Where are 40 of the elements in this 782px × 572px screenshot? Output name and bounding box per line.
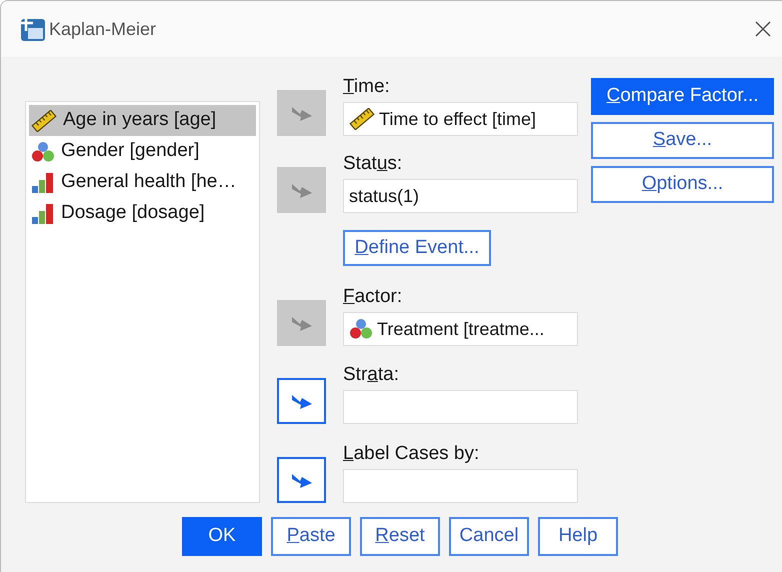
dialog-button[interactable]: Save... (591, 122, 774, 159)
field-label: Factor: (343, 286, 404, 308)
variable-item[interactable]: General health [he… (29, 167, 256, 198)
variable-field[interactable] (343, 469, 578, 503)
field-label: Label Cases by: (343, 443, 480, 465)
field-value: Treatment [treatme... (377, 318, 544, 341)
variable-field[interactable] (343, 390, 578, 424)
arrow-icon (290, 471, 314, 489)
field-label: Strata: (343, 364, 400, 386)
variable-field[interactable]: Treatment [treatme... (343, 312, 578, 346)
bar-chart-icon (31, 172, 55, 194)
dialog-button[interactable]: Help (538, 517, 618, 556)
define-event-button[interactable]: Define Event... (343, 230, 491, 266)
dialog-button[interactable]: Reset (360, 517, 440, 556)
dialog-button[interactable]: Paste (271, 517, 351, 556)
variable-item[interactable]: Gender [gender] (29, 136, 256, 167)
variable-field[interactable]: status(1) (343, 179, 578, 213)
field-value: Time to effect [time] (379, 108, 536, 131)
dialog-button[interactable]: Compare Factor... (591, 78, 774, 115)
field-value: status(1) (349, 184, 420, 208)
arrow-icon (290, 392, 314, 410)
circles-icon (31, 140, 55, 162)
window-title: Kaplan-Meier (49, 18, 156, 41)
move-arrow-button[interactable] (277, 378, 326, 424)
move-arrow-button[interactable] (277, 457, 326, 503)
variable-field[interactable]: Time to effect [time] (343, 102, 578, 136)
dialog-button[interactable]: Cancel (449, 517, 529, 556)
field-label: Status: (343, 153, 404, 175)
field-label: Time: (343, 76, 391, 98)
dialog-button[interactable]: Options... (591, 166, 774, 203)
app-icon (19, 16, 47, 42)
circles-icon (349, 318, 373, 340)
arrow-icon (290, 181, 314, 199)
arrow-icon (290, 314, 314, 332)
bar-chart-icon (31, 202, 55, 224)
variable-item[interactable]: Age in years [age] (29, 105, 256, 136)
close-icon[interactable] (754, 20, 772, 38)
variable-item[interactable]: Dosage [dosage] (29, 198, 256, 229)
arrow-icon (290, 104, 314, 122)
dialog-button[interactable]: OK (182, 517, 262, 556)
